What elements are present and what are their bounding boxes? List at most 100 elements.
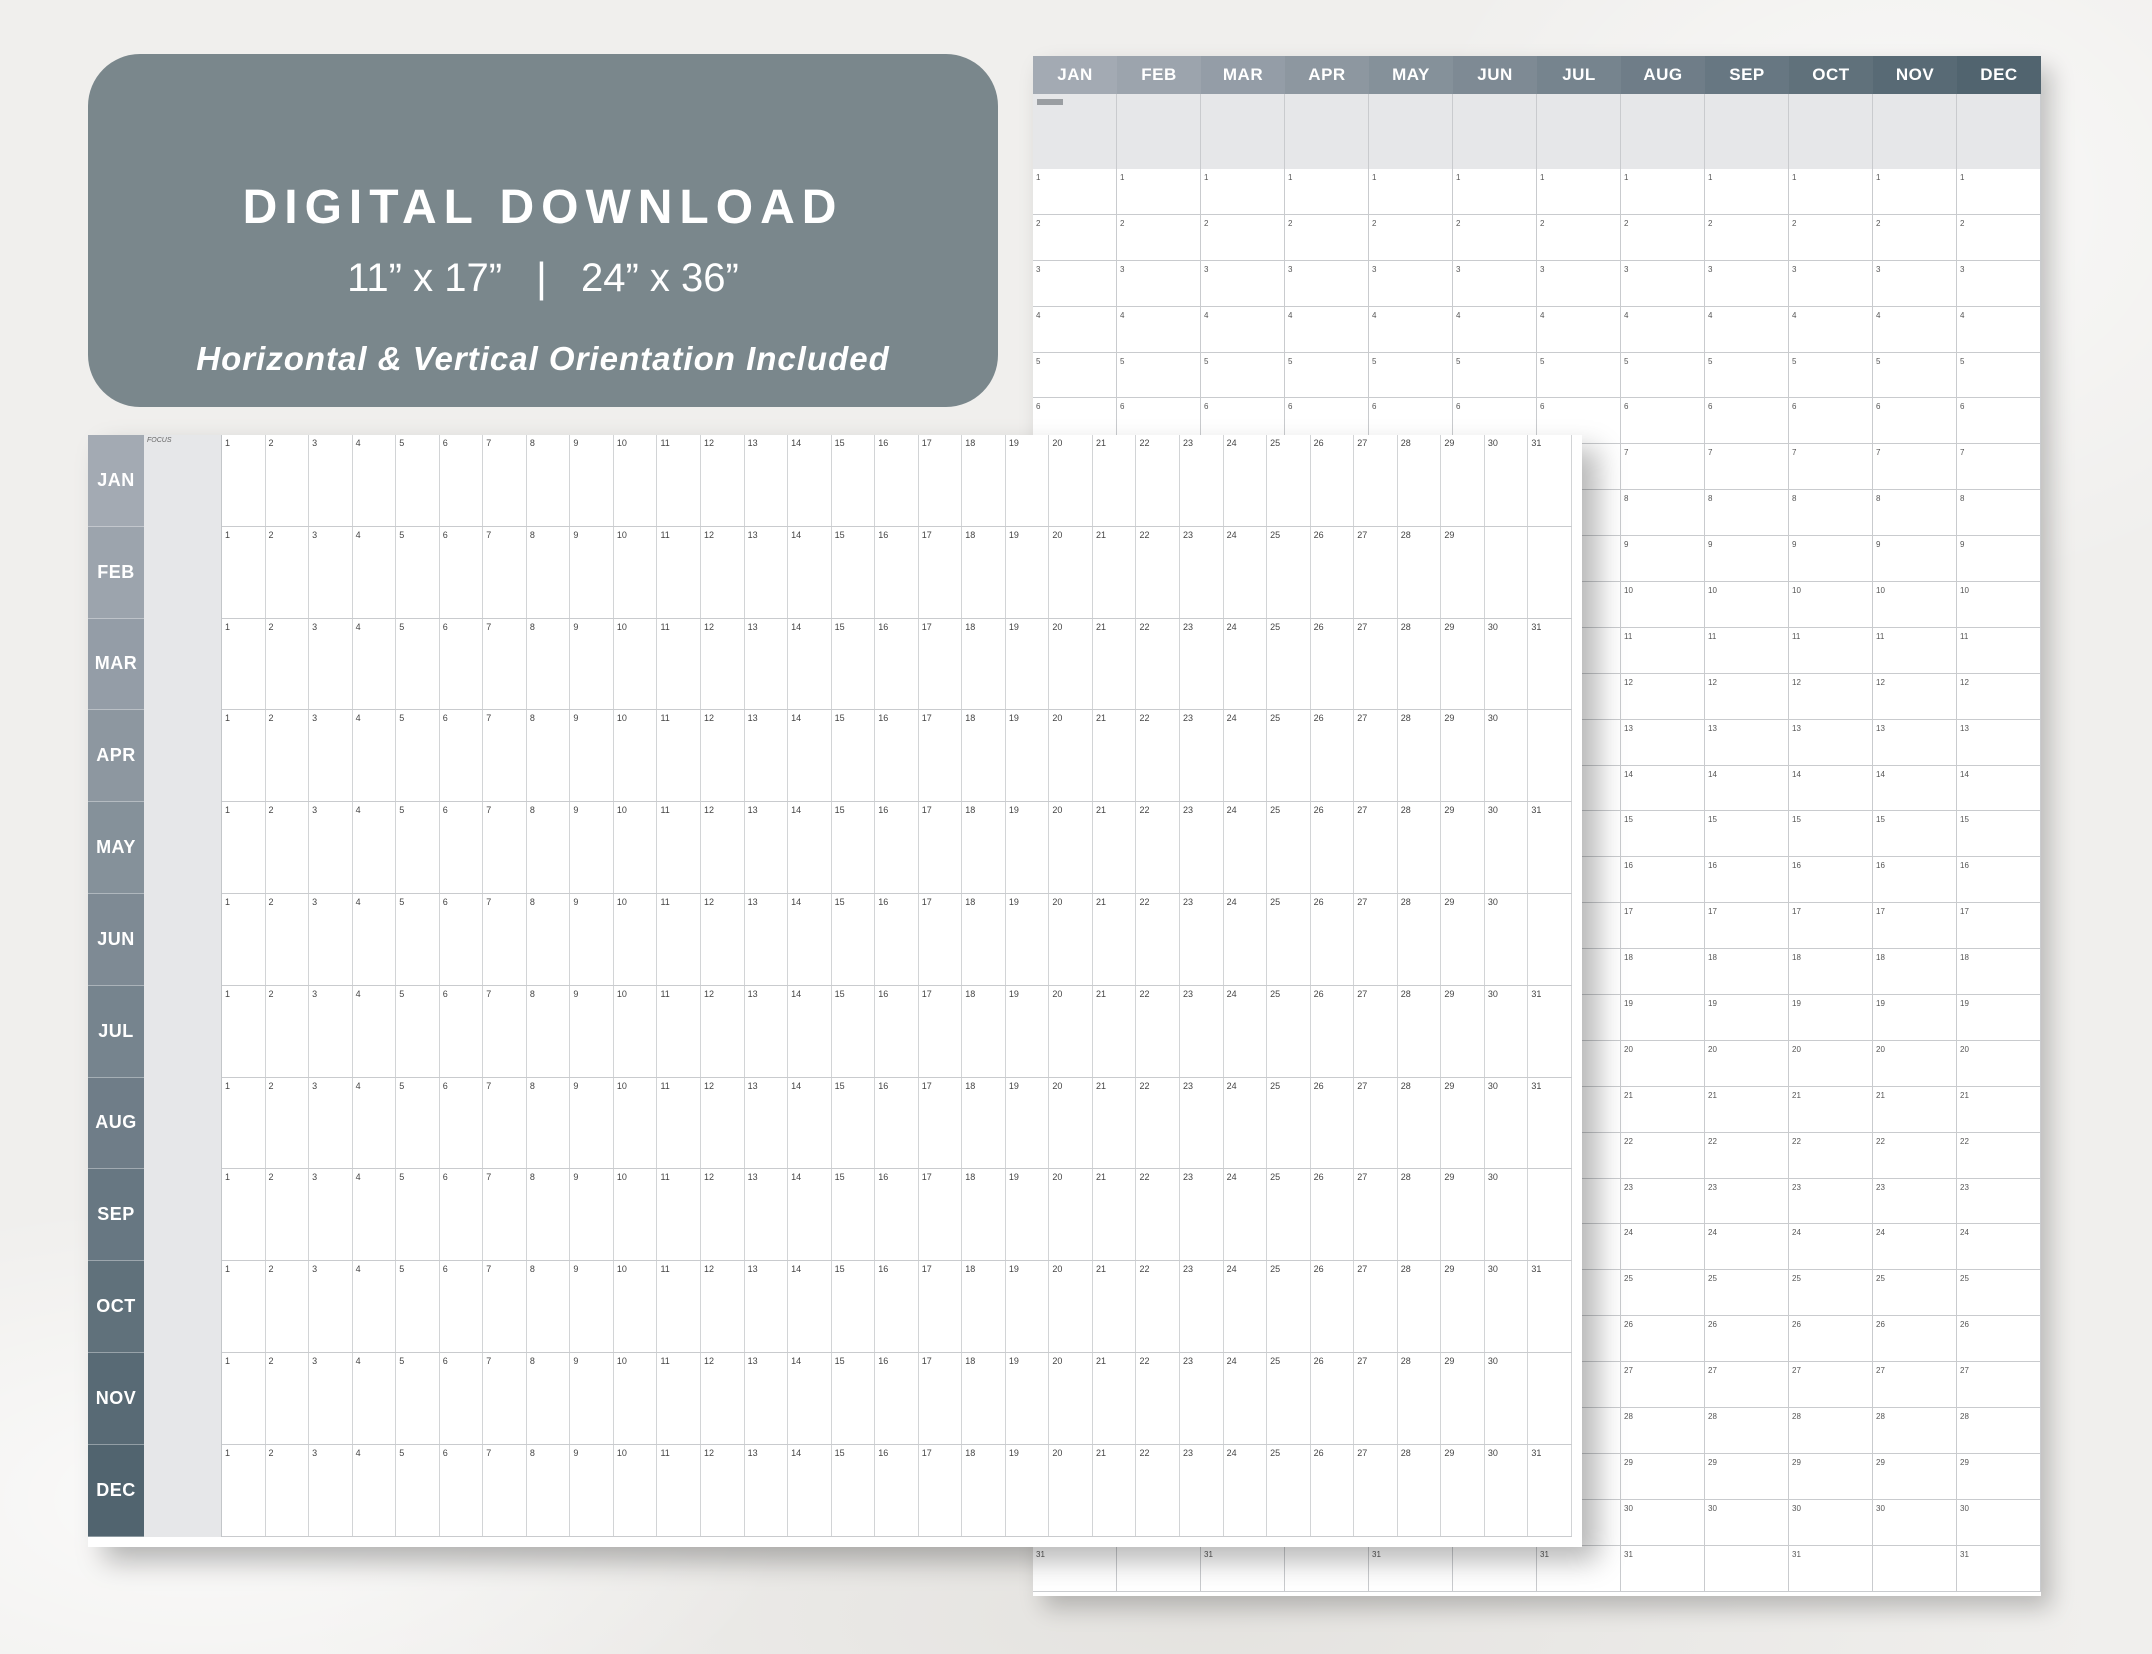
day-cell: 22 — [1136, 526, 1181, 618]
day-number: 16 — [878, 1447, 889, 1458]
day-cell: 25 — [1267, 1444, 1311, 1536]
day-number: 31 — [1036, 1549, 1045, 1559]
day-cell: 24 — [1224, 1169, 1268, 1261]
vertical-day-cell: 3 — [1537, 261, 1620, 307]
day-number: 30 — [1708, 1503, 1717, 1513]
day-number: 17 — [921, 621, 932, 632]
day-number: 9 — [573, 1355, 579, 1366]
day-number: 28 — [1400, 1447, 1411, 1458]
day-cell: 1 — [222, 618, 266, 710]
vertical-day-cell: 14 — [1957, 766, 2040, 812]
day-number: 19 — [1708, 999, 1717, 1009]
day-number: 4 — [355, 1355, 361, 1366]
day-cell: 23 — [1180, 435, 1224, 526]
day-cell: 17 — [919, 618, 963, 710]
vertical-day-cell: 7 — [1621, 444, 1704, 491]
day-cell: 23 — [1180, 1444, 1224, 1536]
day-cell: 14 — [788, 1261, 832, 1352]
day-cell: 2 — [266, 802, 310, 893]
day-cell: 10 — [614, 1077, 658, 1169]
day-number: 4 — [355, 1447, 361, 1458]
day-number: 9 — [573, 621, 579, 632]
day-cell: 7 — [483, 710, 527, 802]
day-number: 4 — [355, 1080, 361, 1091]
day-number: 11 — [660, 805, 670, 816]
day-number: 11 — [1960, 631, 1969, 641]
vertical-day-cell: 18 — [1873, 949, 1956, 996]
day-cell: 13 — [745, 1169, 789, 1261]
day-number: 12 — [1876, 677, 1885, 687]
day-cell: 29 — [1441, 526, 1485, 618]
day-number: 1 — [225, 1264, 231, 1275]
day-number: 6 — [442, 1355, 448, 1366]
day-number: 4 — [355, 805, 361, 816]
vertical-calendar-month-header: JAN FEB MAR APR MAY JUN JUL AUG SEP OCT NOV DEC — [1033, 56, 2041, 94]
vertical-day-cell: 14 — [1705, 766, 1788, 812]
vertical-day-cell: 18 — [1705, 949, 1788, 996]
month-row-feb: 1 2 3 4 5 6 7 8 9 10 11 12 13 14 15 16 17 18 19 20 21 22 23 24 2… — [222, 526, 1572, 619]
day-cell: 12 — [701, 1352, 745, 1444]
day-cell: 1 — [222, 526, 266, 618]
day-number: 6 — [442, 621, 448, 632]
day-number: 14 — [791, 805, 802, 816]
day-number: 4 — [1120, 310, 1125, 320]
day-number: 19 — [1008, 1355, 1019, 1366]
day-number: 1 — [1120, 173, 1125, 182]
day-number: 26 — [1313, 1355, 1324, 1366]
day-number: 19 — [1624, 999, 1633, 1009]
vertical-day-cell: 28 — [1873, 1408, 1956, 1454]
day-cell: 10 — [614, 1261, 658, 1352]
day-cell: 10 — [614, 710, 658, 802]
day-number: 3 — [312, 1447, 318, 1458]
day-number: 2 — [268, 1264, 274, 1275]
vertical-day-cell: 20 — [1621, 1041, 1704, 1087]
day-cell: 23 — [1180, 893, 1224, 985]
day-number: 2 — [1120, 218, 1125, 228]
day-cell: 1 — [222, 1077, 266, 1169]
vertical-day-cell: 8 — [1873, 490, 1956, 537]
vertical-day-cell: 1 — [1369, 169, 1452, 215]
day-cell: 29 — [1441, 802, 1485, 893]
day-number: 17 — [921, 1080, 932, 1091]
day-number: 10 — [1960, 586, 1969, 596]
day-cell: 15 — [832, 618, 876, 710]
day-cell: 24 — [1224, 802, 1268, 893]
day-number: 20 — [1052, 1447, 1063, 1458]
day-cell: 23 — [1180, 1077, 1224, 1169]
day-number: 25 — [1270, 713, 1281, 724]
day-number: 30 — [1487, 1172, 1498, 1183]
day-cell: 8 — [527, 526, 571, 618]
day-number: 1 — [225, 713, 231, 724]
day-number: 14 — [791, 896, 802, 907]
vertical-day-cell: 4 — [1117, 307, 1200, 353]
day-number: 27 — [1357, 1264, 1368, 1275]
day-cell: 21 — [1093, 802, 1137, 893]
day-number: 6 — [1960, 402, 1965, 412]
vertical-day-cell: 15 — [1621, 811, 1704, 858]
day-cell: 4 — [353, 710, 397, 802]
vertical-header-feb: FEB — [1117, 56, 1201, 94]
day-cell: 18 — [962, 526, 1006, 618]
day-cell: 9 — [570, 1077, 614, 1169]
day-cell: 15 — [832, 802, 876, 893]
vertical-day-cell: 20 — [1789, 1041, 1872, 1087]
vertical-day-cell: 2 — [1285, 215, 1368, 261]
vertical-day-cell: 2 — [1537, 215, 1620, 261]
day-number: 22 — [1139, 1447, 1150, 1458]
day-number: 5 — [399, 1264, 405, 1275]
day-number: 20 — [1052, 896, 1063, 907]
vertical-day-cell: 22 — [1621, 1133, 1704, 1179]
size-large: 24” x 36” — [580, 255, 739, 300]
day-cell: 26 — [1311, 710, 1355, 802]
day-number: 7 — [486, 1172, 492, 1183]
day-cell: 4 — [353, 893, 397, 985]
day-cell: 14 — [788, 710, 832, 802]
day-number: 31 — [1540, 1549, 1549, 1559]
day-cell: 8 — [527, 893, 571, 985]
vertical-day-cell: 18 — [1789, 949, 1872, 996]
day-number: 4 — [1456, 310, 1461, 320]
day-number: 26 — [1792, 1320, 1801, 1330]
day-number: 24 — [1226, 988, 1237, 999]
day-cell: 16 — [875, 1261, 919, 1352]
day-number: 8 — [1708, 494, 1713, 504]
